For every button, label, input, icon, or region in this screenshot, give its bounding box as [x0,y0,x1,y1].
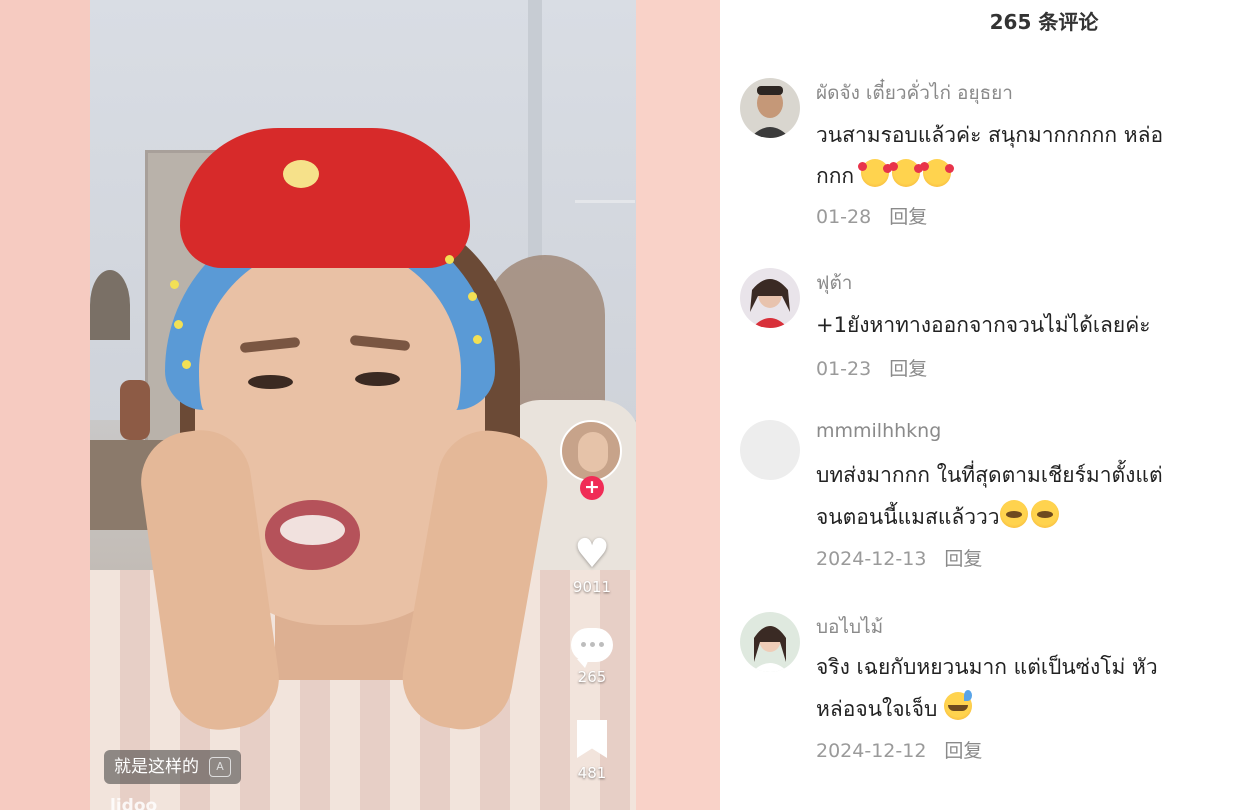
comment-text: +1ยังหาทางออกจากจวนไม่ได้เลยค่ะ [816,313,1151,337]
pleading-face-icon [1030,500,1059,528]
background-vase [120,380,150,440]
background-lamp [90,270,130,340]
comment-text-line-2: หล่อจนใจเจ็บ [816,688,975,731]
bookmark-button[interactable]: 481 [560,720,624,782]
headband-dot [170,280,179,289]
screen: + ♥ 9011 265 481 就是这样的 A lidoo 265 条评论 ผ… [0,0,1238,810]
action-rail: + ♥ 9011 265 481 [560,420,624,810]
background-pole [528,0,542,260]
comment-date: 2024-12-12 [816,740,927,762]
comments-panel: 265 条评论 ผัดจัง เตี๋ยวคั่วไก่ อยุธยา วนสา… [720,0,1238,810]
creator-avatar[interactable] [560,420,622,482]
comment-author[interactable]: mmmilhhkng [816,420,941,442]
comment-text-line-2: กกก [816,155,954,198]
smiling-face-with-hearts-icon [919,159,954,187]
avatar[interactable] [740,612,800,672]
caption-text: 就是这样的 [114,757,199,777]
comment-meta: 2024-12-13 回复 [816,544,982,571]
headband-dot [182,360,191,369]
comment-text-line-2: จนตอนนี้แมสแล้ววว [816,496,1062,539]
comment-text: วนสามรอบแล้วค่ะ สนุกมากกกกก หล่อ [816,123,1164,147]
comment-author[interactable]: ผัดจัง เตี๋ยวคั่วไก่ อยุธยา [816,78,1013,108]
video-player[interactable]: + ♥ 9011 265 481 就是这样的 A lidoo [90,0,636,810]
headband-dot [473,335,482,344]
background-shelf [575,200,635,263]
like-count: 9011 [572,578,612,596]
avatar[interactable] [740,268,800,328]
comment-date: 01-28 [816,206,872,228]
left-margin [0,0,90,810]
bookmark-icon [577,720,607,758]
plush-toy [180,128,470,268]
person-teeth [280,515,345,545]
comments-title: 265 条评论 [989,10,1099,34]
avatar[interactable] [740,78,800,138]
caption-chip[interactable]: 就是这样的 A [104,750,241,784]
reply-button[interactable]: 回复 [889,206,927,228]
smiling-face-with-hearts-icon [888,159,923,187]
comment-text: จริง เฉยกับหยวนมาก แต่เป็นซ่งโม่ หัว [816,655,1158,679]
comment-bubble-icon [571,628,613,668]
comment-text: บทส่งมากกก ในที่สุดตามเชียร์มาตั้งแต่ [816,463,1163,487]
comment-count: 265 [577,668,607,686]
plush-toy-face [283,160,319,188]
comment-author[interactable]: ฟุต้า [816,268,852,298]
creator-name[interactable]: lidoo [110,796,157,810]
bookmark-count: 481 [577,764,607,782]
heart-icon: ♥ [574,531,610,577]
follow-plus-icon[interactable]: + [580,476,604,500]
comment-meta: 01-23 回复 [816,354,927,381]
reply-button[interactable]: 回复 [944,548,982,570]
comment-button[interactable]: 265 [560,628,624,686]
comment-date: 01-23 [816,358,872,380]
comment-meta: 2024-12-12 回复 [816,736,982,763]
reply-button[interactable]: 回复 [889,358,927,380]
headband-dot [445,255,454,264]
translate-a-icon: A [209,757,231,777]
like-button[interactable]: ♥ 9011 [560,532,624,596]
smiling-face-with-hearts-icon [857,159,892,187]
reply-button[interactable]: 回复 [944,740,982,762]
avatar-placeholder[interactable] [740,420,800,480]
middle-margin [636,0,720,810]
comment-author[interactable]: บอไบไม้ [816,612,883,642]
grinning-face-with-sweat-icon [944,690,973,720]
comment-meta: 01-28 回复 [816,202,927,229]
comment-date: 2024-12-13 [816,548,927,570]
headband-dot [468,292,477,301]
pleading-face-icon [999,500,1028,528]
headband-dot [174,320,183,329]
